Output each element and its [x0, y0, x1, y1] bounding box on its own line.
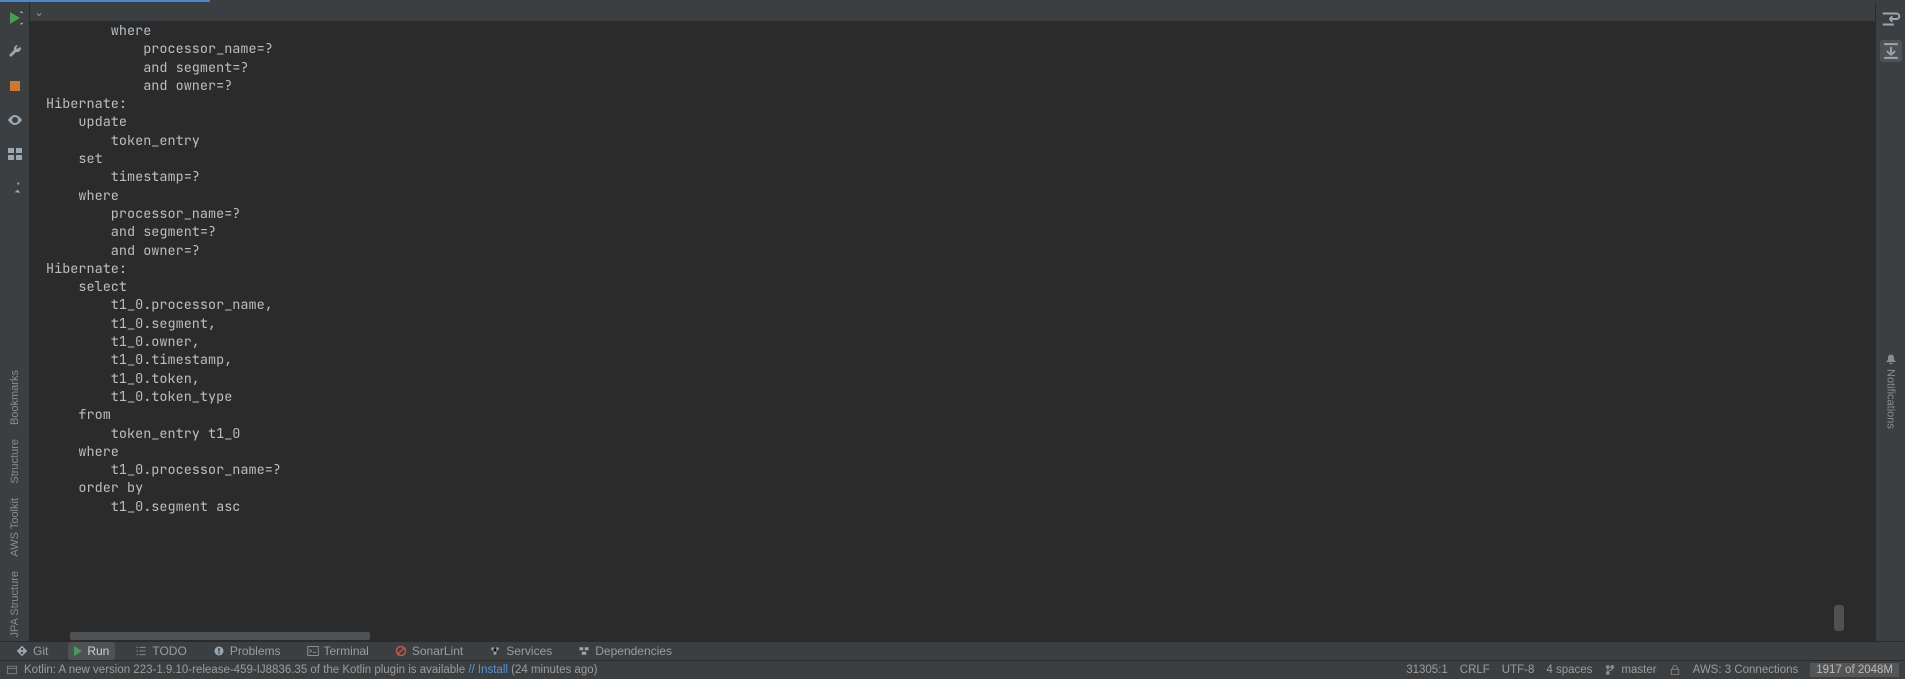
indent-settings[interactable]: 4 spaces: [1546, 664, 1592, 676]
tab-run[interactable]: Run: [68, 642, 115, 660]
tab-label: Dependencies: [595, 644, 672, 658]
rerun-icon[interactable]: [5, 8, 25, 28]
right-tool-gutter: Notifications: [1875, 2, 1905, 641]
status-text: Kotlin: A new version 223-1.9.10-release…: [24, 664, 468, 676]
scroll-to-end-icon[interactable]: [1880, 40, 1902, 62]
sidebar-label: JPA Structure: [9, 571, 21, 637]
sidebar-jpa-structure[interactable]: JPA Structure: [9, 571, 21, 637]
tab-problems[interactable]: Problems: [207, 642, 287, 660]
tab-label: Git: [33, 644, 48, 658]
sidebar-label: Notifications: [1885, 369, 1897, 429]
bottom-tool-tabs: Git Run TODO Problems Terminal SonarLint: [0, 641, 1905, 661]
sidebar-notifications[interactable]: Notifications: [1885, 353, 1897, 429]
tab-label: Run: [87, 644, 109, 658]
lock-icon[interactable]: [1669, 664, 1681, 676]
vscroll-thumb[interactable]: [1834, 605, 1844, 631]
git-branch[interactable]: master: [1604, 664, 1656, 676]
tab-git[interactable]: Git: [10, 642, 54, 660]
stop-icon[interactable]: [5, 76, 25, 96]
sidebar-label: Structure: [9, 439, 21, 484]
file-encoding[interactable]: UTF-8: [1502, 664, 1535, 676]
tab-label: Services: [506, 644, 552, 658]
line-separator[interactable]: CRLF: [1460, 664, 1490, 676]
console-text: where processor_name=? and segment=? and…: [30, 22, 1875, 516]
tab-label: TODO: [152, 644, 186, 658]
hscroll-thumb[interactable]: [70, 632, 370, 640]
horizontal-scrollbar[interactable]: [30, 631, 1875, 641]
sidebar-aws-toolkit[interactable]: AWS Toolkit: [9, 498, 21, 557]
tab-sonarlint[interactable]: SonarLint: [389, 642, 469, 660]
sidebar-structure[interactable]: Structure: [9, 439, 21, 484]
pin-icon[interactable]: [5, 178, 25, 198]
console-header: ⌄: [30, 2, 1875, 22]
chevron-down-icon[interactable]: ⌄: [34, 5, 44, 19]
left-tool-gutter: Bookmarks Structure AWS Toolkit JPA Stru…: [0, 2, 30, 641]
caret-position[interactable]: 31305:1: [1406, 664, 1448, 676]
eye-icon[interactable]: [5, 110, 25, 130]
console-output-area[interactable]: where processor_name=? and segment=? and…: [30, 22, 1875, 641]
play-icon: [74, 646, 82, 656]
tab-label: SonarLint: [412, 644, 463, 658]
tab-dependencies[interactable]: Dependencies: [572, 642, 678, 660]
sidebar-bookmarks[interactable]: Bookmarks: [9, 370, 21, 425]
soft-wrap-icon[interactable]: [1880, 8, 1902, 30]
progress-indicator: [0, 0, 210, 2]
memory-indicator[interactable]: 1917 of 2048M: [1810, 663, 1899, 677]
vertical-scrollbar[interactable]: [1833, 42, 1845, 631]
sidebar-label: AWS Toolkit: [9, 498, 21, 557]
tab-label: Terminal: [324, 644, 369, 658]
sidebar-label: Bookmarks: [9, 370, 21, 425]
status-kotlin-message[interactable]: Kotlin: A new version 223-1.9.10-release…: [6, 664, 597, 676]
tab-label: Problems: [230, 644, 281, 658]
top-progress-strip: [0, 0, 1905, 2]
tab-services[interactable]: Services: [483, 642, 558, 660]
status-bar: Kotlin: A new version 223-1.9.10-release…: [0, 661, 1905, 679]
wrench-icon[interactable]: [5, 42, 25, 62]
install-link[interactable]: // Install: [468, 664, 508, 676]
status-text: (24 minutes ago): [508, 664, 598, 676]
layout-icon[interactable]: [5, 144, 25, 164]
tab-todo[interactable]: TODO: [129, 642, 192, 660]
tab-terminal[interactable]: Terminal: [301, 642, 375, 660]
aws-connections[interactable]: AWS: 3 Connections: [1693, 664, 1799, 676]
